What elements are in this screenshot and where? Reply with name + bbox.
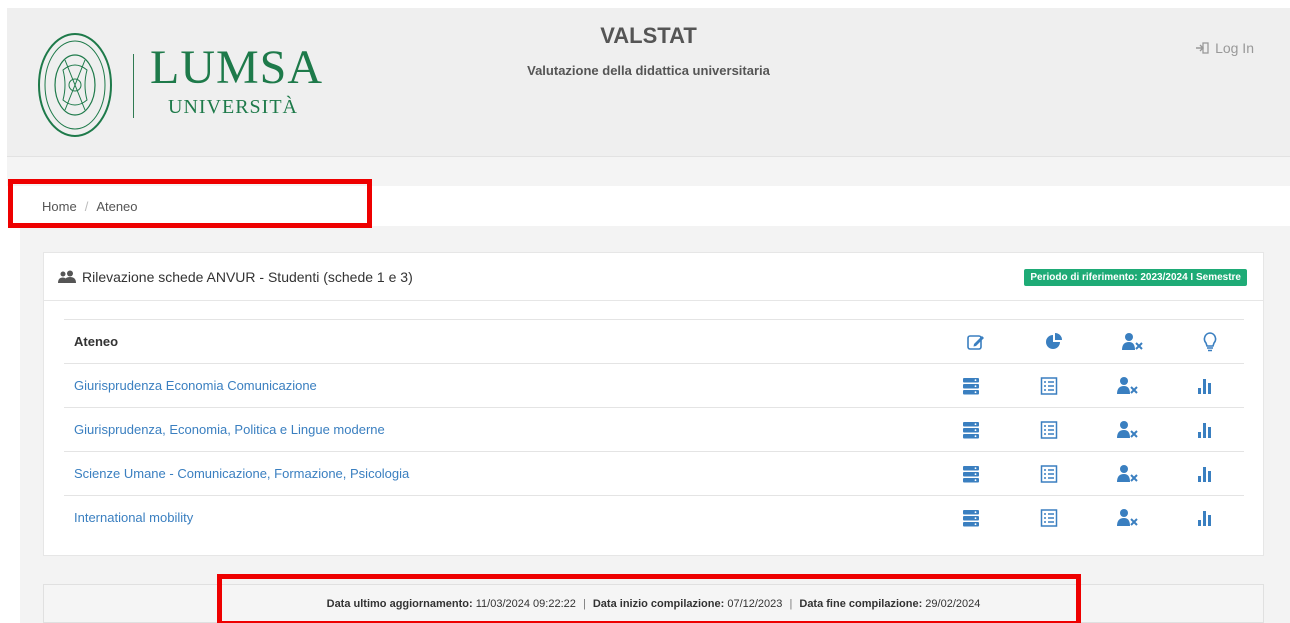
user-remove-cell[interactable]	[1088, 451, 1167, 496]
app-title: VALSTAT	[600, 23, 697, 48]
pie-chart-icon	[1046, 332, 1063, 349]
site-header: LUMSA UNIVERSITÀ VALSTAT Valutazione del…	[7, 8, 1290, 156]
breadcrumb-highlight-box	[8, 179, 372, 228]
period-badge: Periodo di riferimento: 2023/2024 I Seme…	[1024, 269, 1247, 286]
user-remove-icon[interactable]	[1116, 508, 1138, 528]
faculty-link[interactable]: Scienze Umane - Comunicazione, Formazion…	[64, 451, 933, 496]
app-subtitle: Valutazione della didattica universitari…	[527, 63, 770, 78]
bar-chart-cell[interactable]	[1166, 495, 1244, 540]
column-header-users	[1088, 319, 1167, 364]
bar-chart-icon[interactable]	[1194, 420, 1216, 440]
panel-title: Rilevazione schede ANVUR - Studenti (sch…	[82, 268, 413, 285]
footer-highlight-box	[217, 574, 1081, 623]
bar-chart-cell[interactable]	[1166, 451, 1244, 496]
database-icon[interactable]	[960, 508, 982, 528]
bar-chart-icon[interactable]	[1194, 376, 1216, 396]
logo-subtitle: UNIVERSITÀ	[168, 96, 298, 118]
table-header-row: Ateneo	[64, 319, 1244, 364]
user-remove-icon[interactable]	[1116, 420, 1138, 440]
edit-icon	[967, 334, 985, 350]
table-row: Scienze Umane - Comunicazione, Formazion…	[64, 451, 1244, 496]
table-row: International mobility	[64, 495, 1244, 540]
table-row: Giurisprudenza, Economia, Politica e Lin…	[64, 407, 1244, 452]
list-cell[interactable]	[1010, 451, 1089, 496]
login-icon	[1196, 42, 1209, 54]
list-cell[interactable]	[1010, 407, 1089, 452]
database-icon[interactable]	[960, 376, 982, 396]
user-remove-icon[interactable]	[1116, 464, 1138, 484]
list-icon[interactable]	[1038, 376, 1060, 396]
list-cell[interactable]	[1010, 363, 1089, 408]
database-icon[interactable]	[960, 420, 982, 440]
list-cell[interactable]	[1010, 495, 1089, 540]
database-icon[interactable]	[960, 464, 982, 484]
lightbulb-icon	[1203, 331, 1217, 351]
bar-chart-icon[interactable]	[1194, 464, 1216, 484]
column-header-ateneo: Ateneo	[64, 319, 933, 364]
column-header-chart	[1010, 319, 1089, 364]
survey-panel: Rilevazione schede ANVUR - Studenti (sch…	[43, 252, 1264, 556]
login-link[interactable]: Log In	[1195, 40, 1254, 56]
user-remove-icon[interactable]	[1116, 376, 1138, 396]
column-header-edit	[932, 319, 1011, 364]
column-header-ideas	[1166, 319, 1244, 364]
faculty-link[interactable]: International mobility	[64, 495, 933, 540]
user-remove-cell[interactable]	[1088, 495, 1167, 540]
bar-chart-cell[interactable]	[1166, 407, 1244, 452]
table-row: Giurisprudenza Economia Comunicazione	[64, 363, 1244, 408]
database-cell[interactable]	[932, 495, 1011, 540]
user-remove-cell[interactable]	[1088, 407, 1167, 452]
faculty-link[interactable]: Giurisprudenza, Economia, Politica e Lin…	[64, 407, 933, 452]
login-label: Log In	[1215, 40, 1254, 56]
database-cell[interactable]	[932, 363, 1011, 408]
faculty-table: Ateneo Giurisprudenza Economia Comunicaz…	[64, 319, 1244, 540]
bar-chart-icon[interactable]	[1194, 508, 1216, 528]
users-icon	[58, 270, 76, 283]
list-icon[interactable]	[1038, 508, 1060, 528]
user-remove-icon	[1122, 332, 1143, 350]
database-cell[interactable]	[932, 451, 1011, 496]
bar-chart-cell[interactable]	[1166, 363, 1244, 408]
faculty-link[interactable]: Giurisprudenza Economia Comunicazione	[64, 363, 933, 408]
list-icon[interactable]	[1038, 420, 1060, 440]
database-cell[interactable]	[932, 407, 1011, 452]
user-remove-cell[interactable]	[1088, 363, 1167, 408]
list-icon[interactable]	[1038, 464, 1060, 484]
panel-heading: Rilevazione schede ANVUR - Studenti (sch…	[44, 253, 1263, 301]
